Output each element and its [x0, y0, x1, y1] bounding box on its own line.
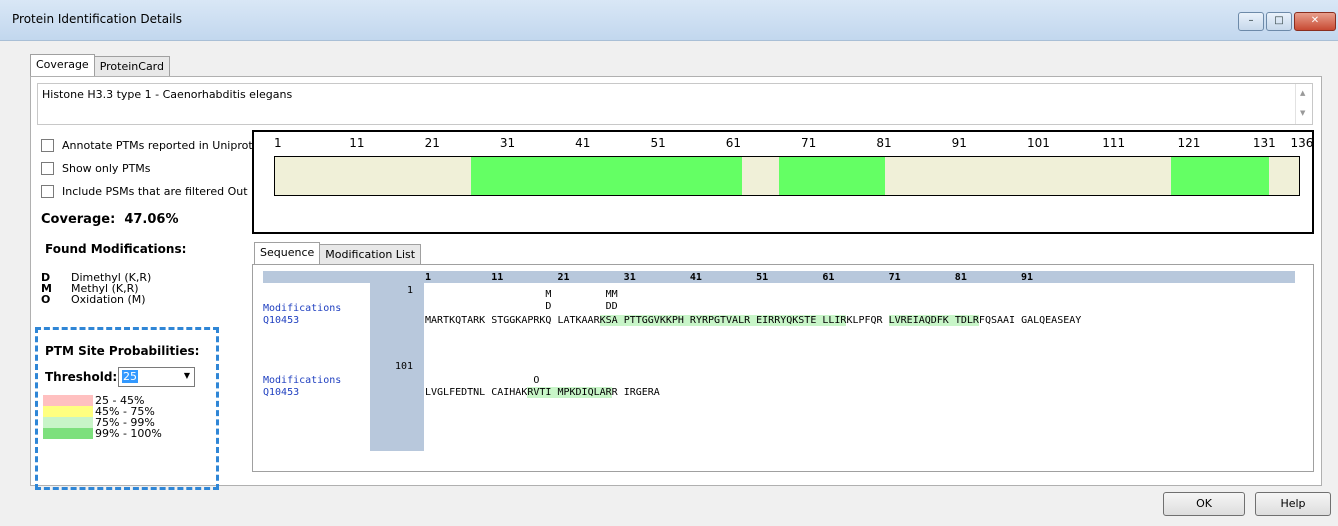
threshold-value: 25	[122, 370, 138, 383]
covered-peptide: RVTI MPKDIQLAR	[527, 387, 612, 398]
help-button[interactable]: Help	[1255, 492, 1331, 516]
sequence-line: LVGLFEDTNL CAIHAKRVTI MPKDIQLARR IRGERA	[425, 387, 660, 398]
scroll-up-icon: ▲	[1300, 89, 1306, 97]
checkbox-box[interactable]	[41, 162, 54, 175]
coverage-tick-label: 121	[1177, 136, 1201, 150]
covered-peptide: KSA PTTGGVKKPH RYRPGTVALR EIRRYQKSTE LLI…	[599, 315, 847, 326]
coverage-map: 1 11 21 31 41 51 61 71 81 91 101 111 121 131 136	[252, 130, 1314, 234]
coverage-tick-label: 101	[1026, 136, 1050, 150]
coverage-tick-label: 41	[575, 136, 591, 150]
tab-sequence[interactable]: Sequence	[254, 242, 321, 264]
sequence-panel: 1 11 21 31 41 51 61 71 81 91 1 M MM Modi…	[252, 264, 1314, 472]
accession-link[interactable]: Q10453	[263, 315, 299, 326]
legend-range: 99% - 100%	[95, 427, 162, 440]
ok-button[interactable]: OK	[1163, 492, 1245, 516]
covered-region	[470, 157, 742, 195]
coverage-label: Coverage:	[41, 212, 116, 227]
chevron-down-icon: ▼	[183, 371, 190, 380]
mods-label: Modifications	[263, 375, 342, 386]
covered-region	[779, 157, 885, 195]
coverage-tick-label: 136	[1290, 136, 1314, 150]
block-start: 1	[406, 285, 413, 296]
ptm-probabilities-box: PTM Site Probabilities: Threshold: 25 ▼ …	[35, 327, 219, 490]
protein-details-window: Protein Identification Details – □ ✕ Cov…	[0, 0, 1338, 526]
coverage-tick-label: 21	[424, 136, 440, 150]
threshold-dropdown[interactable]: 25 ▼	[118, 367, 195, 387]
coverage-ruler: 1 11 21 31 41 51 61 71 81 91 101 111 121 131 136	[274, 136, 1313, 150]
sequence-segment: R IRGERA	[611, 387, 660, 398]
description-scrollbar[interactable]: ▲ ▼	[1295, 84, 1312, 124]
legend-swatch	[43, 406, 93, 417]
sequence-segment: MARTKQTARK STGGKAPRKQ LATKAAR	[425, 315, 600, 326]
sequence-line: MARTKQTARK STGGKAPRKQ LATKAARKSA PTTGGVK…	[425, 315, 1081, 326]
sequence-segment: LVGLFEDTNL CAIHAK	[425, 387, 528, 398]
mod-line-2: D DD	[425, 301, 618, 312]
coverage-tick-label: 71	[801, 136, 817, 150]
tab-coverage[interactable]: Coverage	[30, 54, 95, 76]
mods-label: Modifications	[263, 303, 342, 314]
sequence-ruler: 1 11 21 31 41 51 61 71 81 91	[425, 272, 1034, 283]
legend-swatch	[43, 417, 93, 428]
coverage-bar	[274, 156, 1300, 196]
close-button[interactable]: ✕	[1294, 12, 1336, 31]
legend-item: 99% - 100%	[43, 427, 162, 440]
covered-peptide: LVREIAQDFK TDLR	[888, 315, 979, 326]
coverage-tick-label: 81	[876, 136, 892, 150]
coverage-tick-label: 111	[1102, 136, 1126, 150]
coverage-value: 47.06%	[124, 212, 179, 227]
modifications-legend: D Dimethyl (K,R) M Methyl (K,R) O Oxidation…	[41, 272, 151, 305]
coverage-tab-panel: Histone H3.3 type 1 - Caenorhabditis ele…	[30, 76, 1322, 490]
coverage-tick-label: 11	[349, 136, 365, 150]
annotate-ptms-label: Annotate PTMs reported in Uniprot	[62, 139, 253, 152]
block-start: 101	[394, 361, 413, 372]
title-bar: Protein Identification Details – □ ✕	[0, 0, 1338, 41]
coverage-tick-label: 31	[499, 136, 516, 150]
annotate-ptms-checkbox[interactable]: Annotate PTMs reported in Uniprot	[41, 139, 253, 152]
minimize-button[interactable]: –	[1238, 12, 1264, 31]
close-icon: ✕	[1310, 15, 1320, 26]
checkbox-box[interactable]	[41, 185, 54, 198]
main-tabs: Coverage ProteinCard	[30, 54, 170, 76]
sequence-tabs: Sequence Modification List	[254, 242, 422, 264]
coverage-tick-label: 1	[274, 136, 282, 150]
minimize-icon: –	[1248, 15, 1254, 26]
modification-item: O Oxidation (M)	[41, 294, 151, 305]
coverage-tick-label: 61	[725, 136, 742, 150]
protein-description: Histone H3.3 type 1 - Caenorhabditis ele…	[42, 88, 293, 101]
scroll-down-icon: ▼	[1300, 109, 1306, 117]
maximize-button[interactable]: □	[1266, 12, 1292, 31]
include-filtered-checkbox[interactable]: Include PSMs that are filtered Out	[41, 185, 248, 198]
probability-legend: 25 - 45% 45% - 75% 75% - 99% 99% - 100%	[43, 394, 162, 440]
legend-swatch	[43, 395, 93, 406]
coverage-tick-label: 91	[951, 136, 967, 150]
coverage-tick-label: 131	[1252, 136, 1276, 150]
sequence-segment: KLPFQR	[846, 315, 889, 326]
coverage-tick-label: 51	[650, 136, 666, 150]
window-title: Protein Identification Details	[12, 12, 182, 26]
tab-modification-list[interactable]: Modification List	[319, 244, 422, 264]
covered-region	[1171, 157, 1269, 195]
show-only-ptms-label: Show only PTMs	[62, 162, 151, 175]
ptm-probabilities-title: PTM Site Probabilities:	[45, 344, 200, 358]
accession-link[interactable]: Q10453	[263, 387, 299, 398]
legend-swatch	[43, 428, 93, 439]
mod-line-1: O	[425, 375, 540, 386]
sequence-segment: FQSAAI GALQEASEAY	[978, 315, 1082, 326]
checkbox-box[interactable]	[41, 139, 54, 152]
coverage-summary: Coverage: 47.06%	[41, 212, 179, 227]
include-filtered-label: Include PSMs that are filtered Out	[62, 185, 248, 198]
mod-line-1: M MM	[425, 289, 618, 300]
mod-name: Oxidation (M)	[71, 293, 146, 306]
tab-proteincard[interactable]: ProteinCard	[93, 56, 170, 76]
show-only-ptms-checkbox[interactable]: Show only PTMs	[41, 162, 151, 175]
protein-description-box[interactable]: Histone H3.3 type 1 - Caenorhabditis ele…	[37, 83, 1313, 125]
maximize-icon: □	[1274, 15, 1284, 26]
found-modifications-title: Found Modifications:	[45, 242, 187, 256]
mod-symbol: O	[41, 293, 51, 306]
threshold-label: Threshold:	[45, 370, 118, 384]
